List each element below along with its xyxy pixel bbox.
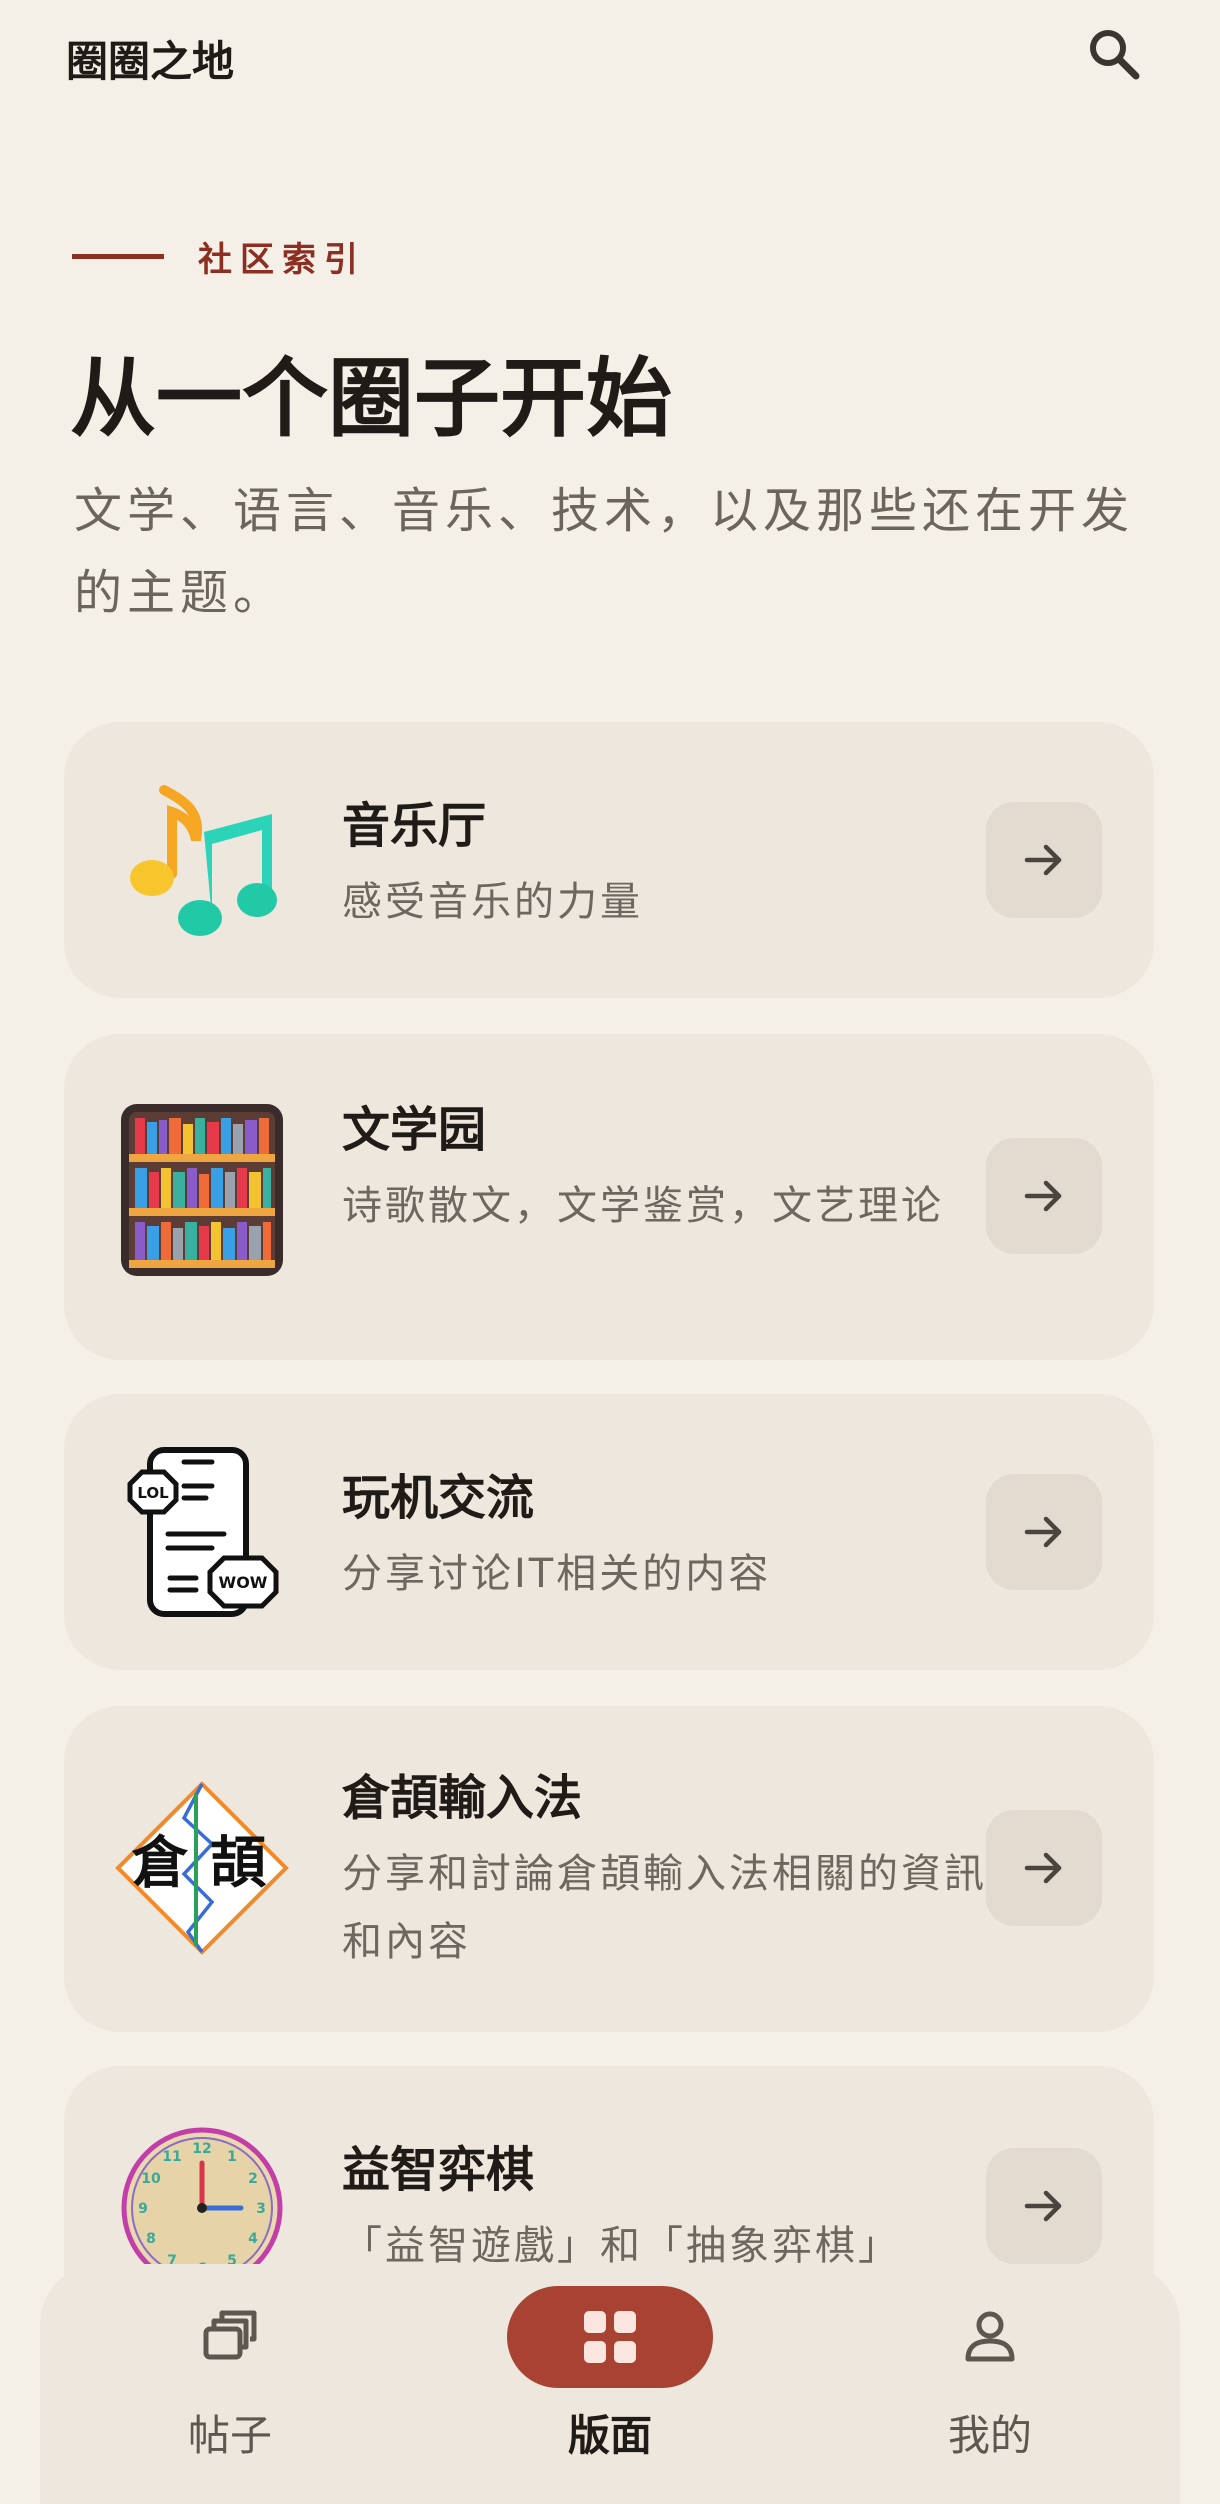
arrow-right-icon <box>1024 1180 1062 1212</box>
svg-text:2: 2 <box>248 2171 258 2187</box>
posts-icon <box>127 2286 333 2388</box>
board-name: 玩机交流 <box>342 1470 535 1526</box>
svg-text:1: 1 <box>227 2149 237 2165</box>
open-board-button[interactable] <box>986 802 1102 918</box>
app-title: 圈圈之地 <box>66 37 235 86</box>
board-description: 分享和討論倉頡輸入法相關的資訊和內容 <box>342 1851 987 1965</box>
arrow-right-icon <box>1024 2190 1062 2222</box>
svg-text:10: 10 <box>141 2171 161 2187</box>
profile-icon <box>887 2286 1093 2388</box>
open-board-button[interactable] <box>986 2148 1102 2264</box>
phone-chat-icon: LOL WOW <box>112 1442 292 1622</box>
top-bar: 圈圈之地 <box>0 0 1220 110</box>
board-name: 益智弈棋 <box>342 2142 535 2198</box>
arrow-right-icon <box>1024 1516 1062 1548</box>
cangjie-logo-icon: 倉 頡 <box>112 1778 292 1958</box>
svg-text:3: 3 <box>256 2201 266 2217</box>
svg-text:WOW: WOW <box>219 1573 268 1592</box>
music-notes-icon <box>112 770 292 950</box>
svg-text:4: 4 <box>248 2231 258 2247</box>
svg-text:頡: 頡 <box>210 1830 267 1896</box>
svg-text:11: 11 <box>162 2149 181 2165</box>
board-card-literature[interactable]: 文学园 诗歌散文，文学鉴赏，文艺理论 <box>64 1034 1154 1360</box>
grid-icon <box>507 2286 713 2388</box>
board-name: 音乐厅 <box>342 798 487 854</box>
page-title: 从一个圈子开始 <box>70 348 672 449</box>
eyebrow-rule <box>72 254 164 259</box>
search-icon <box>1090 30 1140 80</box>
svg-text:9: 9 <box>138 2201 148 2217</box>
bottom-navigation: 帖子 版面 我的 <box>40 2264 1180 2504</box>
nav-item-me[interactable]: 我的 <box>840 2264 1140 2482</box>
nav-item-posts[interactable]: 帖子 <box>80 2264 380 2482</box>
page-subtitle: 文学、语言、音乐、技术，以及那些还在开发的主题。 <box>74 483 1135 621</box>
nav-label: 帖子 <box>187 2411 272 2460</box>
arrow-right-icon <box>1024 1852 1062 1884</box>
open-board-button[interactable] <box>986 1138 1102 1254</box>
board-description: 感受音乐的力量 <box>342 879 643 925</box>
svg-text:8: 8 <box>146 2231 156 2247</box>
nav-item-boards[interactable]: 版面 <box>460 2264 760 2482</box>
open-board-button[interactable] <box>986 1474 1102 1590</box>
svg-text:LOL: LOL <box>137 1484 169 1502</box>
section-eyebrow: 社区索引 <box>72 232 366 281</box>
board-name: 倉頡輸入法 <box>342 1770 583 1826</box>
board-description: 诗歌散文，文学鉴赏，文艺理论 <box>342 1183 944 1229</box>
board-card-tech[interactable]: LOL WOW 玩机交流 分享讨论IT相关的内容 <box>64 1394 1154 1670</box>
board-description: 分享讨论IT相关的内容 <box>342 1551 772 1597</box>
board-card-music[interactable]: 音乐厅 感受音乐的力量 <box>64 722 1154 998</box>
arrow-right-icon <box>1024 844 1062 876</box>
search-button[interactable] <box>1078 18 1150 90</box>
open-board-button[interactable] <box>986 1810 1102 1926</box>
nav-label: 版面 <box>567 2411 652 2460</box>
board-card-cangjie[interactable]: 倉 頡 倉頡輸入法 分享和討論倉頡輸入法相關的資訊和內容 <box>64 1706 1154 2032</box>
eyebrow-label: 社区索引 <box>198 240 366 280</box>
svg-text:12: 12 <box>192 2141 211 2157</box>
nav-label: 我的 <box>947 2411 1032 2460</box>
svg-text:倉: 倉 <box>131 1830 188 1896</box>
bookshelf-icon <box>112 1100 292 1280</box>
board-name: 文学园 <box>342 1102 487 1158</box>
